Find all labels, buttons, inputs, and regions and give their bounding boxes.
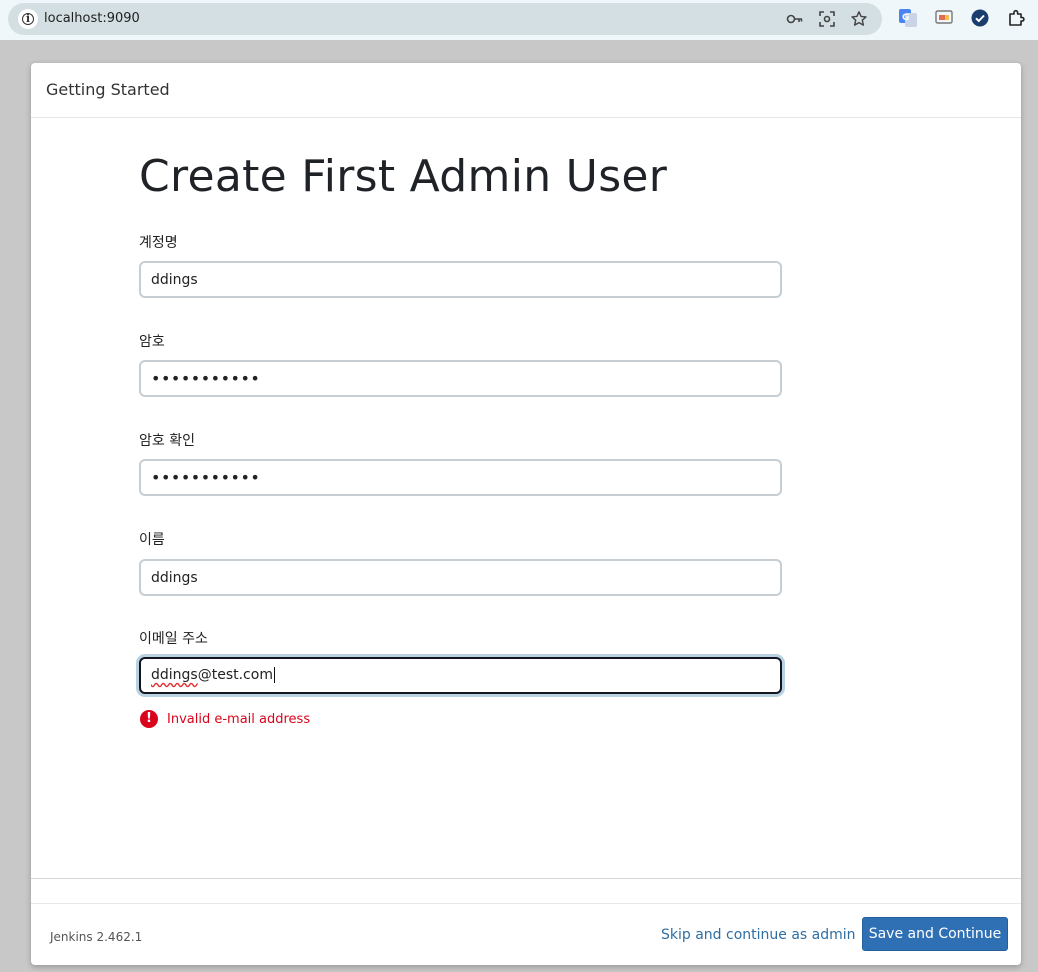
- password-label: 암호: [139, 334, 165, 350]
- browser-toolbar: localhost:9090 G: [0, 0, 1038, 40]
- email-value-misspelled: ddings: [151, 667, 198, 683]
- cast-icon[interactable]: [934, 8, 954, 28]
- error-message: Invalid e-mail address: [167, 712, 311, 727]
- skip-continue-link[interactable]: Skip and continue as admin: [661, 927, 856, 943]
- save-continue-button[interactable]: Save and Continue: [862, 917, 1008, 951]
- svg-text:G: G: [902, 13, 909, 23]
- address-bar[interactable]: localhost:9090: [8, 3, 882, 35]
- star-icon[interactable]: [850, 10, 868, 28]
- translate-icon[interactable]: G: [898, 8, 918, 28]
- password-input[interactable]: [139, 360, 782, 397]
- password-confirm-input[interactable]: [139, 459, 782, 496]
- password-confirm-label: 암호 확인: [139, 433, 195, 449]
- text-caret: [273, 667, 275, 683]
- panel-header: Getting Started: [31, 63, 1021, 118]
- version-label: Jenkins 2.462.1: [50, 930, 143, 944]
- username-input[interactable]: [139, 261, 782, 298]
- footer-divider-2: [31, 903, 1021, 904]
- fullname-input[interactable]: [139, 559, 782, 596]
- puzzle-icon[interactable]: [1007, 8, 1027, 28]
- email-value-domain: @test.com: [197, 667, 273, 683]
- footer-divider: [31, 878, 1021, 879]
- username-label: 계정명: [139, 235, 178, 251]
- url-text[interactable]: localhost:9090: [44, 3, 140, 35]
- email-label: 이메일 주소: [139, 631, 208, 647]
- check-circle-icon[interactable]: [970, 8, 990, 28]
- fullname-label: 이름: [139, 532, 165, 548]
- info-icon[interactable]: [18, 9, 38, 29]
- header-title: Getting Started: [46, 80, 170, 99]
- page-title: Create First Admin User: [139, 151, 668, 202]
- error-icon: !: [140, 710, 158, 728]
- email-input[interactable]: ddings@test.com: [139, 657, 782, 694]
- key-icon[interactable]: [786, 10, 804, 28]
- screenshot-icon[interactable]: [818, 10, 836, 28]
- setup-wizard-panel: Getting Started Create First Admin User …: [31, 63, 1021, 965]
